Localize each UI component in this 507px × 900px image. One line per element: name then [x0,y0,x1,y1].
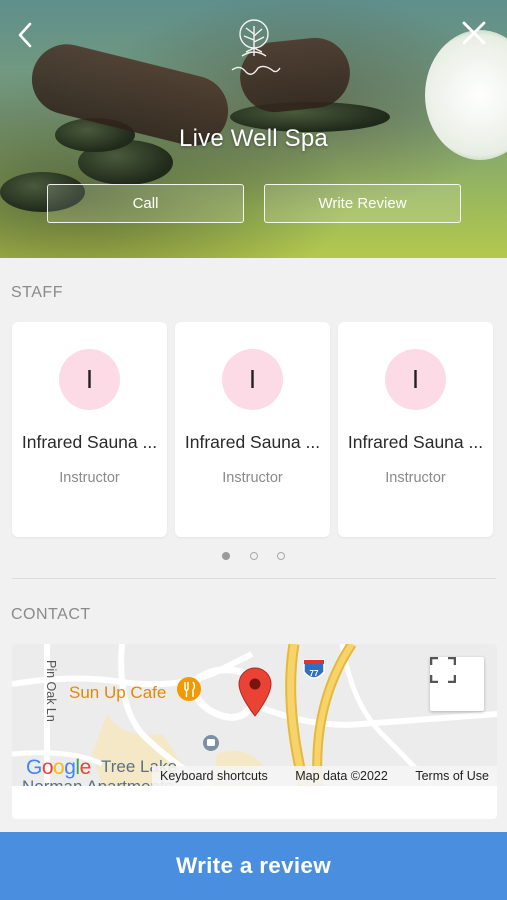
close-icon [462,21,486,45]
back-button[interactable] [8,18,42,52]
call-button[interactable]: Call [47,184,244,223]
staff-card[interactable]: I Infrared Sauna ... Instructor [175,322,330,537]
spa-title: Live Well Spa [179,125,328,152]
staff-card[interactable]: I Infrared Sauna ... Instructor [12,322,167,537]
write-a-review-button[interactable]: Write a review [0,832,507,900]
keyboard-shortcuts-link[interactable]: Keyboard shortcuts [160,769,268,783]
contact-section-label: CONTACT [11,606,91,623]
contact-map-card: 77 Sun Up Cafe Pin Oak Ln Tree Lake Norm… [12,644,497,819]
highway-number: 77 [310,669,319,678]
close-button[interactable] [457,16,491,50]
staff-name: Infrared Sauna ... [21,432,158,452]
staff-avatar: I [222,349,283,410]
staff-role: Instructor [385,470,446,486]
location-map[interactable]: 77 Sun Up Cafe Pin Oak Ln Tree Lake Norm… [12,644,497,786]
staff-avatar: I [59,349,120,410]
staff-role: Instructor [59,470,120,486]
staff-pager [222,552,286,562]
map-data-label: Map data ©2022 [295,769,388,783]
pager-dot[interactable] [277,552,285,560]
street-label: Pin Oak Ln [44,660,58,722]
restaurant-icon [177,677,201,701]
staff-name: Infrared Sauna ... [184,432,321,452]
fullscreen-button[interactable] [430,657,484,711]
tree-logo-icon [231,19,281,75]
staff-avatar: I [385,349,446,410]
pager-dot[interactable] [250,552,258,560]
staff-section-label: STAFF [11,284,63,301]
staff-card[interactable]: I Infrared Sauna ... Instructor [338,322,493,537]
transit-icon [203,735,219,751]
staff-name: Infrared Sauna ... [347,432,484,452]
section-divider [12,578,496,579]
spa-header: Live Well Spa Call Write Review [0,0,507,258]
map-attribution-bar: Keyboard shortcuts Map data ©2022 Terms … [152,766,497,786]
fullscreen-icon [430,657,456,683]
poi-label[interactable]: Sun Up Cafe [69,683,166,703]
staff-role: Instructor [222,470,283,486]
spa-logo [218,18,290,90]
pager-dot-active[interactable] [222,552,230,560]
terms-link[interactable]: Terms of Use [415,769,489,783]
chevron-left-icon [18,22,32,48]
write-review-button[interactable]: Write Review [264,184,461,223]
google-logo[interactable]: Google [26,756,91,780]
